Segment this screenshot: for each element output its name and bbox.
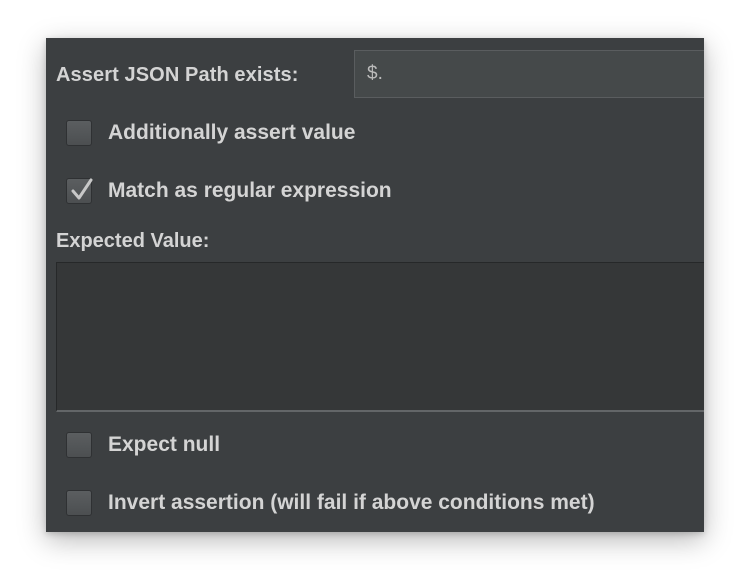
invert-assertion-option[interactable]: Invert assertion (will fail if above con… — [66, 488, 595, 518]
expected-value-textarea[interactable] — [56, 262, 704, 412]
json-path-label: Assert JSON Path exists: — [56, 64, 299, 86]
additionally-assert-value-label[interactable]: Additionally assert value — [108, 121, 355, 145]
json-path-row: Assert JSON Path exists: — [46, 50, 704, 100]
additionally-assert-value-checkbox[interactable] — [66, 120, 92, 146]
expect-null-label[interactable]: Expect null — [108, 433, 220, 457]
match-as-regex-checkbox[interactable] — [66, 178, 93, 204]
json-path-input[interactable] — [354, 50, 704, 98]
expect-null-checkbox[interactable] — [66, 432, 92, 458]
invert-assertion-checkbox[interactable] — [66, 490, 92, 516]
match-as-regex-option[interactable]: Match as regular expression — [66, 176, 392, 206]
expected-value-label: Expected Value: — [56, 230, 210, 252]
checkmark-icon — [71, 178, 93, 200]
expect-null-option[interactable]: Expect null — [66, 430, 220, 460]
invert-assertion-label[interactable]: Invert assertion (will fail if above con… — [108, 491, 595, 515]
additionally-assert-value-option[interactable]: Additionally assert value — [66, 118, 355, 148]
match-as-regex-label[interactable]: Match as regular expression — [108, 179, 392, 203]
json-assertion-panel: Assert JSON Path exists: Additionally as… — [46, 38, 704, 532]
